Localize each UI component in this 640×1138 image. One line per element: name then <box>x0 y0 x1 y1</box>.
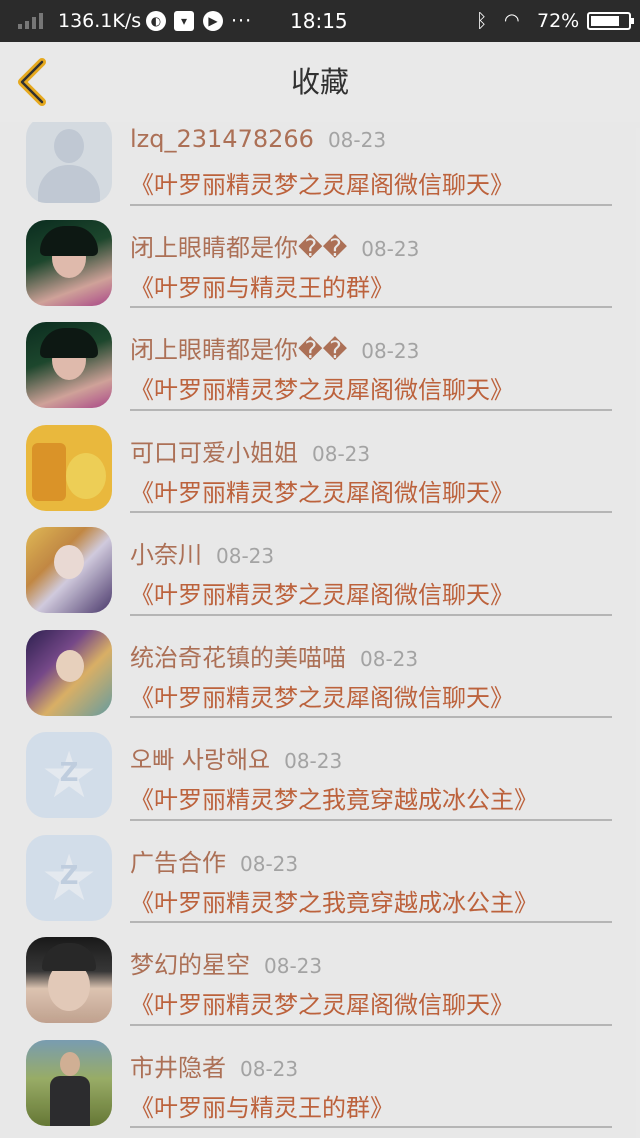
user-name: 市井隐者 <box>130 1053 226 1082</box>
page-title: 收藏 <box>290 65 349 99</box>
item-date: 08-23 <box>264 954 323 978</box>
signal-icon <box>18 13 43 29</box>
group-name: 《叶罗丽与精灵王的群》 <box>130 1093 394 1122</box>
qzone-star-avatar: ★ Z <box>26 834 112 921</box>
default-user-avatar <box>26 122 112 203</box>
item-date: 08-23 <box>360 646 419 671</box>
group-name: 《叶罗丽精灵梦之我竟穿越成冰公主》 <box>130 786 538 814</box>
status-time: 18:15 <box>290 9 348 33</box>
favorites-list: lzq_231478266 08-23 《叶罗丽精灵梦之灵犀阁微信聊天》 闭上眼睛… <box>0 122 640 1138</box>
list-item[interactable]: 闭上眼睛都是你�� 08-23 《叶罗丽与精灵王的群》 <box>0 206 640 308</box>
item-date: 08-23 <box>240 1056 299 1081</box>
group-name: 《叶罗丽精灵梦之灵犀阁微信聊天》 <box>130 683 514 712</box>
item-date: 08-23 <box>284 749 343 773</box>
user-name: 闭上眼睛都是你�� <box>130 233 348 262</box>
group-name: 《叶罗丽与精灵王的群》 <box>130 273 394 302</box>
battery-percent: 72% <box>537 10 580 32</box>
group-name: 《叶罗丽精灵梦之灵犀阁微信聊天》 <box>130 376 514 404</box>
girl-avatar <box>26 322 112 408</box>
user-name: 可口可爱小姐姐 <box>130 438 298 467</box>
list-item[interactable]: 闭上眼睛都是你�� 08-23 《叶罗丽精灵梦之灵犀阁微信聊天》 <box>0 308 640 411</box>
group-name: 《叶罗丽精灵梦之灵犀阁微信聊天》 <box>130 991 514 1019</box>
user-name: 统治奇花镇的美喵喵 <box>130 643 346 672</box>
item-date: 08-23 <box>361 236 420 261</box>
bag-icon: ▾ <box>174 11 194 31</box>
bluetooth-icon: ᛒ <box>476 10 488 32</box>
user-name: lzq_231478266 <box>130 125 314 153</box>
status-bar: 136.1K/s ◐ ▾ ▶ ··· 18:15 ᛒ ◠ 72% <box>0 0 640 42</box>
wifi-icon: ◠ <box>504 10 520 31</box>
girl-avatar <box>26 219 112 306</box>
item-date: 08-23 <box>327 128 387 152</box>
list-item[interactable]: lzq_231478266 08-23 《叶罗丽精灵梦之灵犀阁微信聊天》 <box>0 122 640 206</box>
user-name: 广告合作 <box>130 848 226 877</box>
network-speed: 136.1K/s <box>58 10 142 32</box>
pikachu-avatar <box>26 424 112 511</box>
user-name: 梦幻的星空 <box>130 951 250 979</box>
user-name: 小奈川 <box>130 541 202 569</box>
user-name: 오빠 사랑해요 <box>130 746 271 774</box>
list-item[interactable]: 统治奇花镇的美喵喵 08-23 《叶罗丽精灵梦之灵犀阁微信聊天》 <box>0 616 640 718</box>
item-date: 08-23 <box>361 339 420 363</box>
boy-avatar <box>26 937 112 1023</box>
list-item[interactable]: 可口可爱小姐姐 08-23 《叶罗丽精灵梦之灵犀阁微信聊天》 <box>0 411 640 513</box>
group-name: 《叶罗丽精灵梦之我竟穿越成冰公主》 <box>130 888 538 917</box>
browser-icon: ◐ <box>146 11 166 31</box>
qzone-star-avatar: ★ Z <box>26 732 112 818</box>
nav-bar: 收藏 <box>0 42 640 122</box>
group-name: 《叶罗丽精灵梦之灵犀阁微信聊天》 <box>130 171 514 199</box>
anime-avatar <box>26 629 112 716</box>
item-date: 08-23 <box>312 441 371 466</box>
man-avatar <box>26 1039 112 1126</box>
user-name: 闭上眼睛都是你�� <box>130 336 348 364</box>
group-name: 《叶罗丽精灵梦之灵犀阁微信聊天》 <box>130 581 514 609</box>
anime-avatar <box>26 527 112 613</box>
divider <box>130 1126 612 1128</box>
group-name: 《叶罗丽精灵梦之灵犀阁微信聊天》 <box>130 478 514 507</box>
item-date: 08-23 <box>240 851 299 876</box>
media-icon: ▶ <box>203 11 223 31</box>
battery-icon <box>587 12 634 30</box>
list-item[interactable]: 市井隐者 08-23 《叶罗丽与精灵王的群》 <box>0 1026 640 1128</box>
list-item[interactable]: ★ Z 广告合作 08-23 《叶罗丽精灵梦之我竟穿越成冰公主》 <box>0 821 640 923</box>
list-item[interactable]: 梦幻的星空 08-23 《叶罗丽精灵梦之灵犀阁微信聊天》 <box>0 923 640 1026</box>
item-date: 08-23 <box>216 544 275 568</box>
more-notifications: ··· <box>231 10 253 32</box>
list-item[interactable]: 小奈川 08-23 《叶罗丽精灵梦之灵犀阁微信聊天》 <box>0 513 640 616</box>
list-item[interactable]: ★ Z 오빠 사랑해요 08-23 《叶罗丽精灵梦之我竟穿越成冰公主》 <box>0 718 640 821</box>
